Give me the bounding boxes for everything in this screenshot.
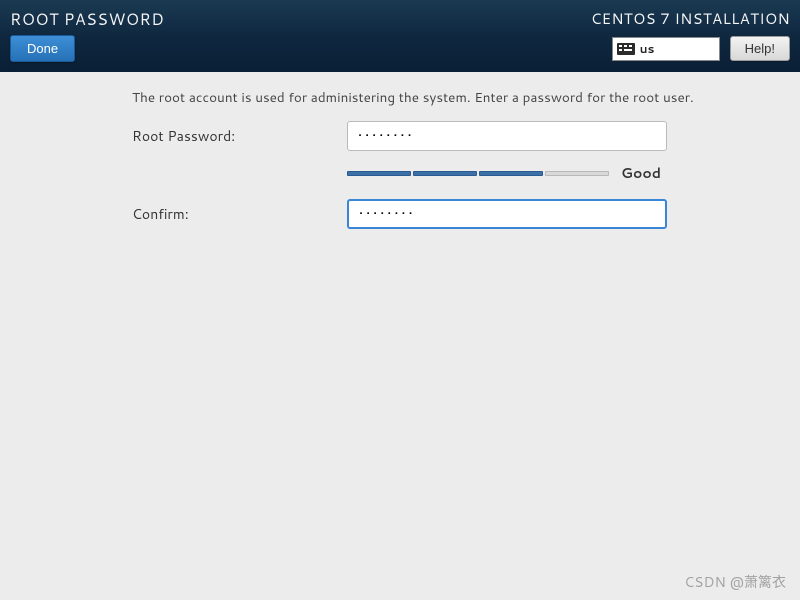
keyboard-layout-text: us xyxy=(640,40,655,57)
keyboard-icon xyxy=(617,43,635,55)
keyboard-layout-indicator[interactable]: us xyxy=(612,37,720,61)
help-button[interactable]: Help! xyxy=(730,36,790,61)
done-button[interactable]: Done xyxy=(10,35,75,62)
confirm-password-row: Confirm: xyxy=(132,199,784,229)
root-password-row: Root Password: xyxy=(132,121,784,151)
strength-segment xyxy=(347,171,411,176)
instruction-text: The root account is used for administeri… xyxy=(132,88,784,107)
confirm-password-label: Confirm: xyxy=(132,204,347,224)
root-password-input[interactable] xyxy=(347,121,667,151)
password-strength-label: Good xyxy=(621,163,661,183)
content-area: The root account is used for administeri… xyxy=(0,72,800,229)
watermark-text: CSDN @萧篱衣 xyxy=(684,572,786,592)
confirm-password-input[interactable] xyxy=(347,199,667,229)
installer-header: ROOT PASSWORD CENTOS 7 INSTALLATION Done… xyxy=(0,0,800,72)
root-password-label: Root Password: xyxy=(132,126,347,146)
password-strength-meter xyxy=(347,171,609,176)
header-right-controls: us Help! xyxy=(612,36,790,61)
strength-segment xyxy=(545,171,609,176)
strength-segment xyxy=(479,171,543,176)
password-strength-row: Good xyxy=(347,163,784,183)
installer-name: CENTOS 7 INSTALLATION xyxy=(591,8,790,29)
strength-segment xyxy=(413,171,477,176)
